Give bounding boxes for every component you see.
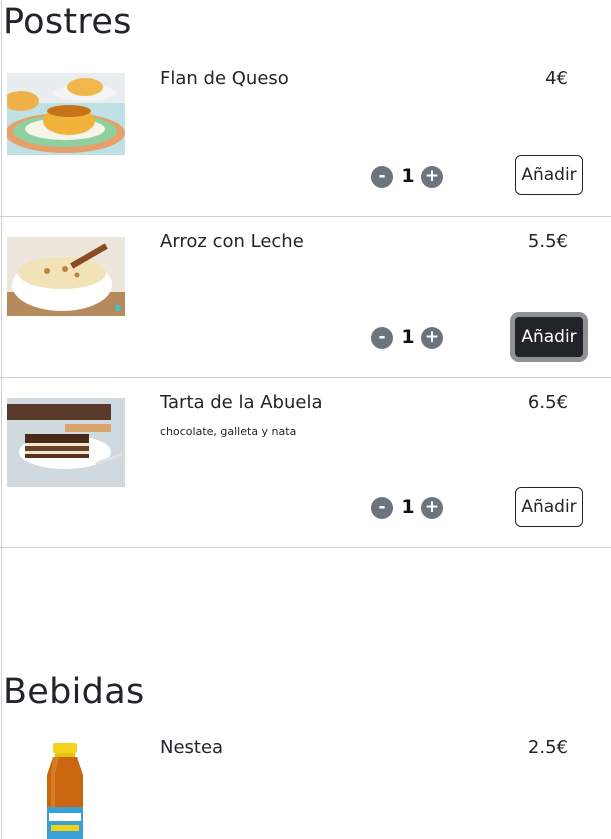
increase-quantity-button[interactable]: + — [421, 327, 443, 349]
product-name: Tarta de la Abuela — [160, 392, 323, 413]
product-price: 2.5€ — [527, 737, 568, 758]
quantity-value: 1 — [401, 165, 415, 187]
product-row-tarta: Tarta de la Abuela chocolate, galleta y … — [0, 378, 611, 548]
product-price: 5.5€ — [527, 231, 568, 252]
product-description: chocolate, galleta y nata — [160, 425, 297, 438]
product-price: 4€ — [545, 68, 568, 89]
quantity-value: 1 — [401, 326, 415, 348]
row-divider — [0, 547, 611, 548]
product-name: Nestea — [160, 737, 224, 758]
quantity-stepper: - 1 + — [371, 326, 446, 350]
decrease-quantity-button[interactable]: - — [371, 166, 393, 188]
product-name: Flan de Queso — [160, 68, 289, 89]
nestea-bottle-image — [7, 741, 125, 839]
increase-quantity-button[interactable]: + — [421, 497, 443, 519]
product-name: Arroz con Leche — [160, 231, 304, 252]
product-row-nestea: Nestea 2.5€ — [0, 735, 611, 839]
add-to-cart-button[interactable]: Añadir — [515, 155, 583, 195]
rice-pudding-image — [7, 237, 125, 316]
quantity-value: 1 — [401, 496, 415, 518]
cake-image — [7, 398, 125, 487]
product-price: 6.5€ — [527, 392, 568, 413]
product-row-flan: Flan de Queso 4€ - 1 + Añadir — [0, 0, 611, 216]
add-to-cart-button[interactable]: Añadir — [515, 487, 583, 527]
add-to-cart-button[interactable]: Añadir — [510, 312, 588, 362]
product-row-arroz: Arroz con Leche 5.5€ - 1 + Añadir — [0, 217, 611, 377]
flan-image — [7, 73, 125, 155]
decrease-quantity-button[interactable]: - — [371, 497, 393, 519]
section-title-bebidas: Bebidas — [3, 672, 145, 712]
quantity-stepper: - 1 + — [371, 165, 446, 189]
decrease-quantity-button[interactable]: - — [371, 327, 393, 349]
increase-quantity-button[interactable]: + — [421, 166, 443, 188]
quantity-stepper: - 1 + — [371, 496, 446, 520]
